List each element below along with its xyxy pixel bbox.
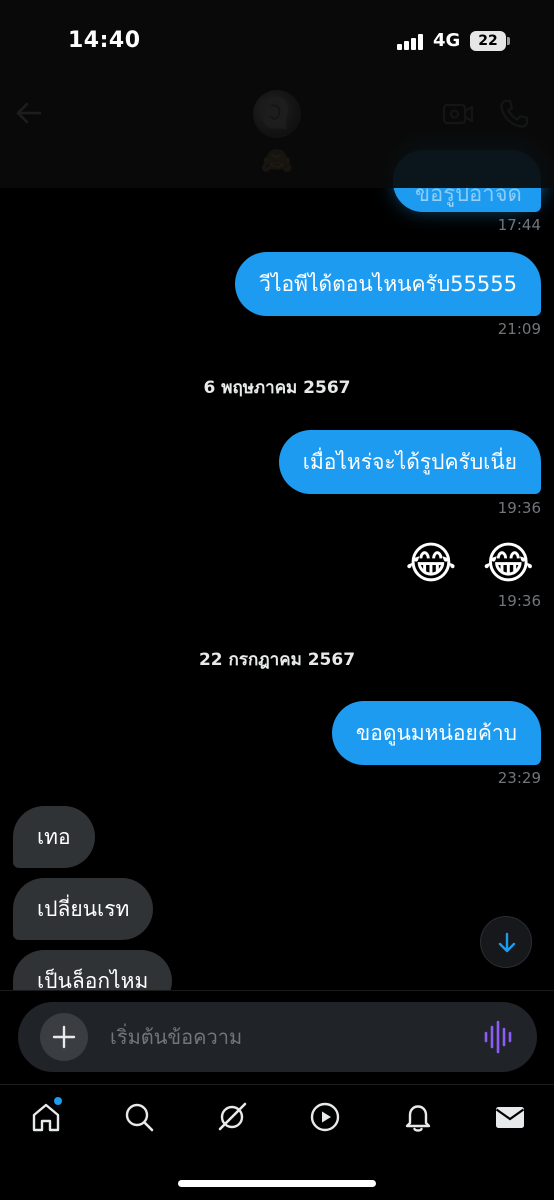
message-bubble-incoming[interactable]: เปลี่ยนเรท [13, 878, 154, 940]
home-icon[interactable] [30, 1101, 62, 1133]
message-timestamp: 19:36 [497, 592, 541, 610]
network-type: 4G [433, 30, 461, 51]
notifications-icon[interactable] [402, 1101, 434, 1133]
message-timestamp: 17:44 [497, 216, 541, 234]
notification-dot [54, 1097, 62, 1105]
plus-icon [52, 1025, 76, 1049]
message-bubble-outgoing[interactable]: ขอดูนมหน่อยค้าบ [331, 701, 541, 765]
status-time: 14:40 [68, 28, 141, 53]
message-input[interactable] [110, 1018, 470, 1056]
signal-icon [397, 34, 425, 50]
message-bubble-outgoing[interactable]: วีไอพีได้ตอนไหนครับ55555 [235, 252, 541, 316]
message-timestamp: 21:09 [497, 320, 541, 338]
grok-icon[interactable] [216, 1101, 248, 1133]
status-bar: 14:40 4G 22 [0, 0, 554, 84]
battery-icon: 22 [470, 31, 506, 51]
battery-tip [507, 37, 510, 45]
message-bubble-outgoing[interactable]: เมื่อไหร่จะได้รูปครับเนี่ย [278, 430, 541, 494]
message-timestamp: 19:36 [497, 499, 541, 517]
voice-message-icon[interactable] [483, 1020, 513, 1054]
date-separator: 6 พฤษภาคม 2567 [203, 378, 351, 398]
arrow-down-icon [498, 932, 516, 953]
search-icon[interactable] [123, 1101, 155, 1133]
video-icon[interactable] [309, 1101, 341, 1133]
scroll-to-bottom-button[interactable] [480, 916, 532, 968]
home-indicator[interactable] [178, 1180, 376, 1187]
add-media-button[interactable] [40, 1013, 88, 1061]
battery-level: 22 [478, 33, 498, 49]
message-timestamp: 23:29 [497, 769, 541, 787]
message-bubble-incoming[interactable]: เทอ [13, 806, 95, 868]
date-separator: 22 กรกฎาคม 2567 [198, 650, 356, 670]
message-emoji[interactable]: 😂 😂 [405, 536, 540, 592]
chat-screen: ขอรูปอาจด 17:44 14:40 4G 22 🙈 [0, 0, 554, 1200]
messages-icon[interactable] [494, 1101, 526, 1133]
